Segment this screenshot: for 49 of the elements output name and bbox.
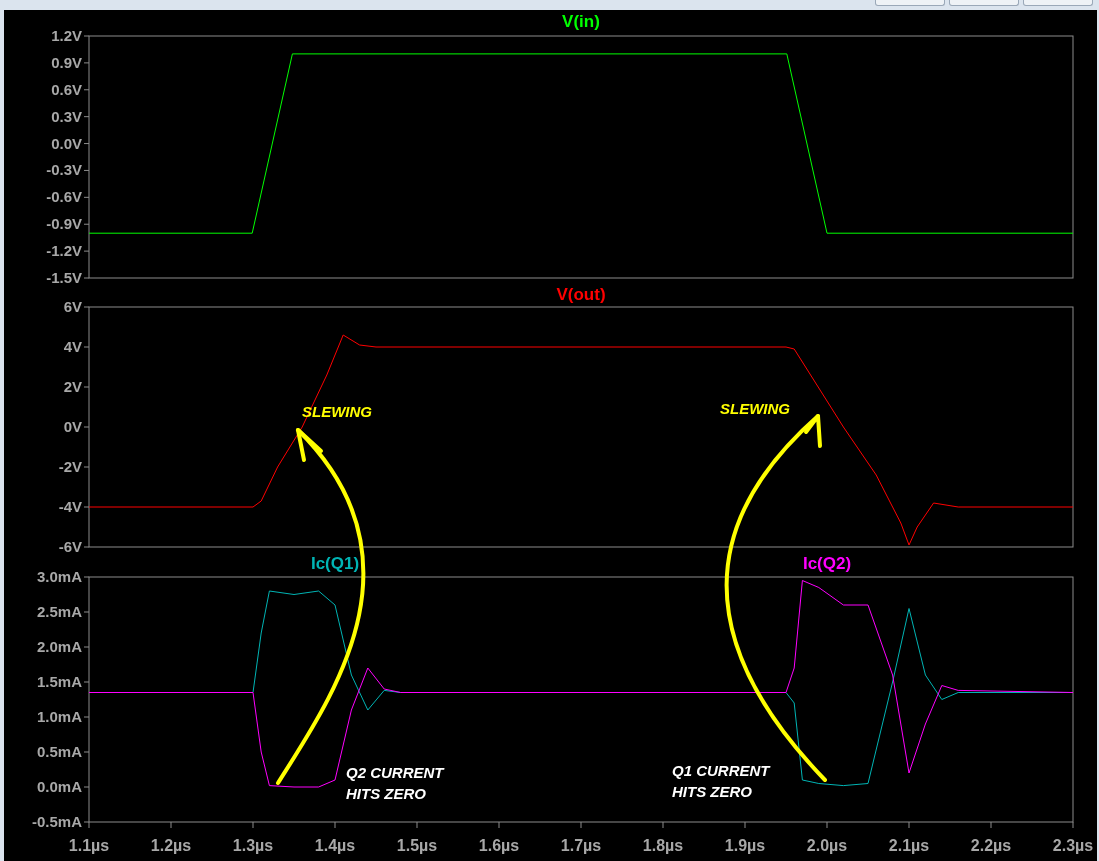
axis-label: 0.9V bbox=[51, 53, 82, 71]
axis-label: 0.5mA bbox=[36, 743, 82, 760]
axis-label: 2V bbox=[63, 378, 82, 395]
axis-label: -1.2V bbox=[46, 242, 82, 260]
axis-label: 1.5mA bbox=[36, 673, 82, 690]
axis-label: 1.0mA bbox=[36, 708, 82, 725]
trace-title: Ic(Q1) bbox=[310, 555, 360, 573]
axis-label: 2.5mA bbox=[36, 603, 82, 620]
trace-title: Ic(Q2) bbox=[802, 555, 852, 573]
window-button[interactable] bbox=[949, 0, 1019, 6]
axis-label: 1.2V bbox=[51, 27, 82, 44]
trace-title: V(out) bbox=[556, 285, 606, 304]
axis-label: 0.0mA bbox=[36, 778, 82, 795]
axis-label: 0.6V bbox=[51, 80, 82, 98]
axis-label: 1.2µs bbox=[150, 837, 192, 854]
axis-label: 2.0µs bbox=[806, 837, 848, 854]
axis-label: 1.4µs bbox=[314, 837, 356, 854]
axis-label: -0.3V bbox=[46, 161, 82, 179]
axis-label: 4V bbox=[63, 338, 82, 355]
axis-label: 0.0V bbox=[51, 134, 82, 152]
axis-label: 1.3µs bbox=[232, 837, 274, 854]
axis-label: 0V bbox=[63, 418, 82, 435]
axis-label: 0.3V bbox=[51, 107, 82, 125]
axis-label: 2.3µs bbox=[1052, 837, 1094, 854]
axis-label: 2.2µs bbox=[970, 837, 1012, 854]
axis-label: 1.7µs bbox=[560, 837, 602, 854]
window-button[interactable] bbox=[1023, 0, 1093, 6]
annotation-label: Q2 CURRENT HITS ZERO bbox=[346, 764, 444, 802]
annotation-label: Q1 CURRENT HITS ZERO bbox=[672, 762, 770, 800]
axis-label: -6V bbox=[58, 538, 82, 555]
axis-label: -0.5mA bbox=[31, 813, 82, 830]
window-button[interactable] bbox=[875, 0, 945, 6]
axis-label: 1.6µs bbox=[478, 837, 520, 854]
axis-label: 3.0mA bbox=[36, 568, 82, 585]
axis-label: 2.1µs bbox=[888, 837, 930, 854]
axis-label: -0.9V bbox=[46, 215, 82, 233]
axis-label: 1.9µs bbox=[724, 837, 766, 854]
axis-label: -4V bbox=[58, 498, 82, 515]
trace-title: V(in) bbox=[562, 12, 600, 31]
axis-label: -2V bbox=[58, 458, 82, 475]
axis-label: 6V bbox=[63, 298, 82, 315]
axis-label: 1.5µs bbox=[396, 837, 438, 854]
axis-label: 2.0mA bbox=[36, 638, 82, 655]
annotation-label: SLEWING bbox=[302, 403, 372, 420]
axis-label: 1.8µs bbox=[642, 837, 684, 854]
axis-label: 1.1µs bbox=[68, 837, 110, 854]
axis-label: -0.6V bbox=[46, 188, 82, 206]
annotation-label: SLEWING bbox=[720, 400, 790, 417]
axis-label: -1.5V bbox=[46, 269, 82, 285]
